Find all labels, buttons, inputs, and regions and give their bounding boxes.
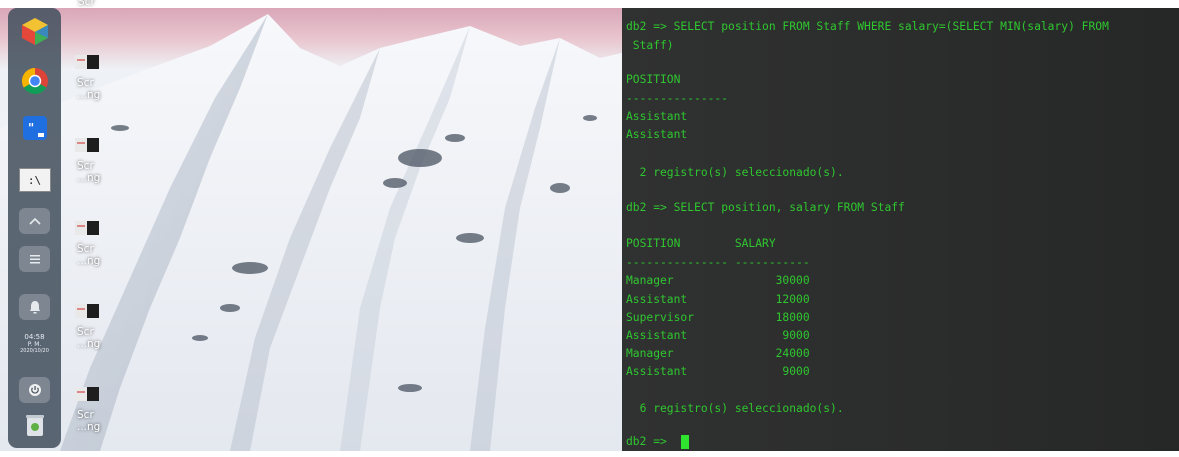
power-icon [28, 384, 41, 396]
terminal-line: Assistant [626, 110, 688, 123]
cube-app-icon [21, 18, 48, 45]
terminal-line: Manager 30000 [626, 274, 810, 287]
terminal-line: db2 => SELECT position FROM Staff WHERE … [626, 20, 1109, 33]
clock-period: P. M. [27, 341, 42, 348]
chevron-up-icon [28, 217, 41, 225]
dock-app-cube[interactable] [16, 14, 53, 48]
chat-app-icon: " [22, 116, 47, 140]
desktop-icon-screenshot[interactable]: Scr ...ng [75, 304, 115, 374]
terminal-line: 2 registro(s) seleccionado(s). [626, 166, 844, 179]
bell-icon [29, 301, 40, 314]
dock-panel: " :\ 04:58 P. M. 2020/10/20 [8, 8, 61, 448]
dock-app-chrome[interactable] [16, 64, 53, 98]
terminal-line: Assistant 12000 [626, 293, 810, 306]
terminal-cursor [681, 435, 689, 449]
desktop-icon-label-partial: Scr [78, 0, 95, 8]
terminal-line: --------------- [626, 92, 729, 105]
desktop-icon-screenshot[interactable]: Scr ...ng [75, 387, 115, 457]
dock-app-terminal[interactable]: :\ [16, 163, 53, 197]
dock-power-button[interactable] [19, 377, 50, 403]
clock-time: 04:58 [24, 333, 45, 341]
terminal-line: Staff) [626, 39, 674, 52]
terminal-line: db2 => SELECT position, salary FROM Staf… [626, 201, 905, 214]
terminal-line: Assistant [626, 128, 688, 141]
image-file-icon [75, 55, 99, 69]
terminal-line: Supervisor 18000 [626, 311, 810, 324]
terminal-line: Assistant 9000 [626, 365, 810, 378]
trash-icon [25, 415, 44, 436]
terminal-window[interactable]: db2 => SELECT position FROM Staff WHERE … [622, 8, 1179, 451]
desktop-icon-label: Scr ...ng [77, 409, 101, 433]
terminal-prompt[interactable]: db2 => [626, 435, 674, 449]
desktop-icon-screenshot[interactable]: Scr ...ng [75, 138, 115, 208]
terminal-app-icon: :\ [18, 168, 51, 192]
dock-trash[interactable] [16, 410, 53, 440]
desktop-icon-label: Scr ...ng [77, 243, 101, 267]
desktop-icon-label: Scr ...ng [77, 77, 101, 101]
terminal-line: Manager 24000 [626, 347, 810, 360]
clock-date: 2020/10/20 [20, 348, 49, 354]
chrome-icon [21, 67, 48, 95]
image-file-icon [75, 138, 99, 152]
image-file-icon [75, 221, 99, 235]
image-file-icon [75, 304, 99, 318]
menu-icon [29, 255, 40, 264]
desktop-icon-label: Scr ...ng [77, 326, 101, 350]
dock-menu-button[interactable] [19, 246, 50, 272]
terminal-line: 6 registro(s) seleccionado(s). [626, 402, 844, 415]
desktop-icon-label: Scr ...ng [77, 160, 101, 184]
desktop-icon-screenshot[interactable]: Scr ...ng [75, 55, 115, 125]
dock-clock[interactable]: 04:58 P. M. 2020/10/20 [12, 334, 57, 355]
dock-app-chat[interactable]: " [16, 112, 53, 146]
image-file-icon [75, 387, 99, 401]
terminal-line: --------------- ----------- [626, 256, 810, 269]
dock-expand-button[interactable] [19, 208, 50, 234]
terminal-line: Assistant 9000 [626, 329, 810, 342]
terminal-line: POSITION SALARY [626, 237, 776, 250]
terminal-line: POSITION [626, 73, 681, 86]
desktop-icon-screenshot[interactable]: Scr ...ng [75, 221, 115, 291]
svg-text:": " [28, 121, 34, 135]
dock-notifications-button[interactable] [19, 294, 50, 320]
